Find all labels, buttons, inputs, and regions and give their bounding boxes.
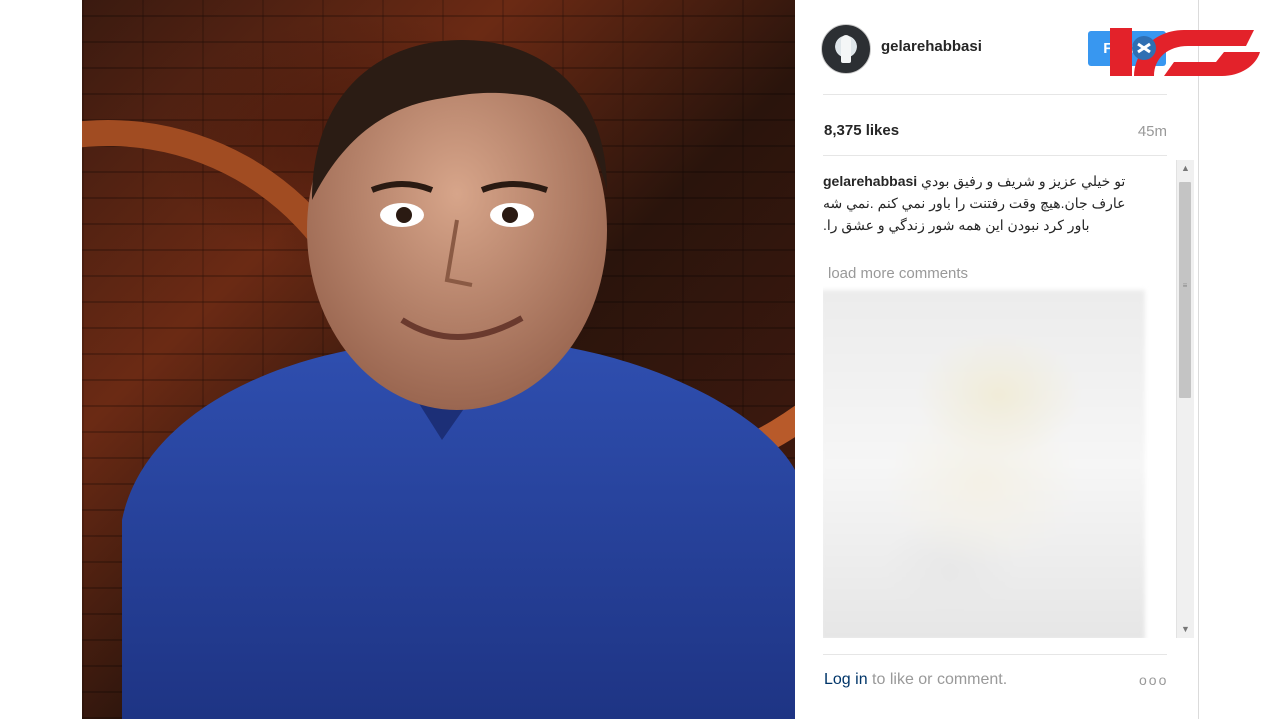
scrollbar-thumb[interactable]: ≡ xyxy=(1179,182,1191,398)
footer-login-prompt: Log in to like or comment. xyxy=(824,671,1007,689)
caption-username[interactable]: gelarehabbasi xyxy=(823,173,917,189)
login-prompt-text: to like or comment. xyxy=(867,671,1008,688)
avatar[interactable] xyxy=(821,24,871,74)
post-photo xyxy=(82,0,795,719)
portrait-figure xyxy=(122,40,795,719)
post-side-panel: gelarehabbasi Follow 8,375 likes 45m gel… xyxy=(795,0,1199,719)
rokna-logo-icon xyxy=(1110,28,1260,76)
scroll-down-arrow-icon[interactable]: ▼ xyxy=(1177,621,1194,638)
login-link[interactable]: Log in xyxy=(824,671,868,688)
footer-divider xyxy=(823,654,1167,655)
comments-area: gelarehabbasi تو خيلي عزيز و شريف و رفيق… xyxy=(823,160,1177,638)
scroll-up-arrow-icon[interactable]: ▲ xyxy=(1177,160,1194,177)
likes-divider xyxy=(823,155,1167,156)
avatar-figure xyxy=(841,35,851,63)
grip-icon: ≡ xyxy=(1182,281,1188,290)
comments-scrollbar[interactable]: ▲ ≡ ▼ xyxy=(1176,160,1194,638)
caption: gelarehabbasi تو خيلي عزيز و شريف و رفيق… xyxy=(823,170,1143,236)
likes-count: 8,375 likes xyxy=(824,122,900,139)
post-time[interactable]: 45m xyxy=(1138,123,1167,140)
more-options-icon[interactable]: ooo xyxy=(1139,672,1168,688)
load-more-comments-link[interactable]: load more comments xyxy=(828,265,968,282)
header-username[interactable]: gelarehabbasi xyxy=(881,38,982,55)
blurred-overlay xyxy=(823,290,1145,638)
header-divider xyxy=(823,94,1167,95)
